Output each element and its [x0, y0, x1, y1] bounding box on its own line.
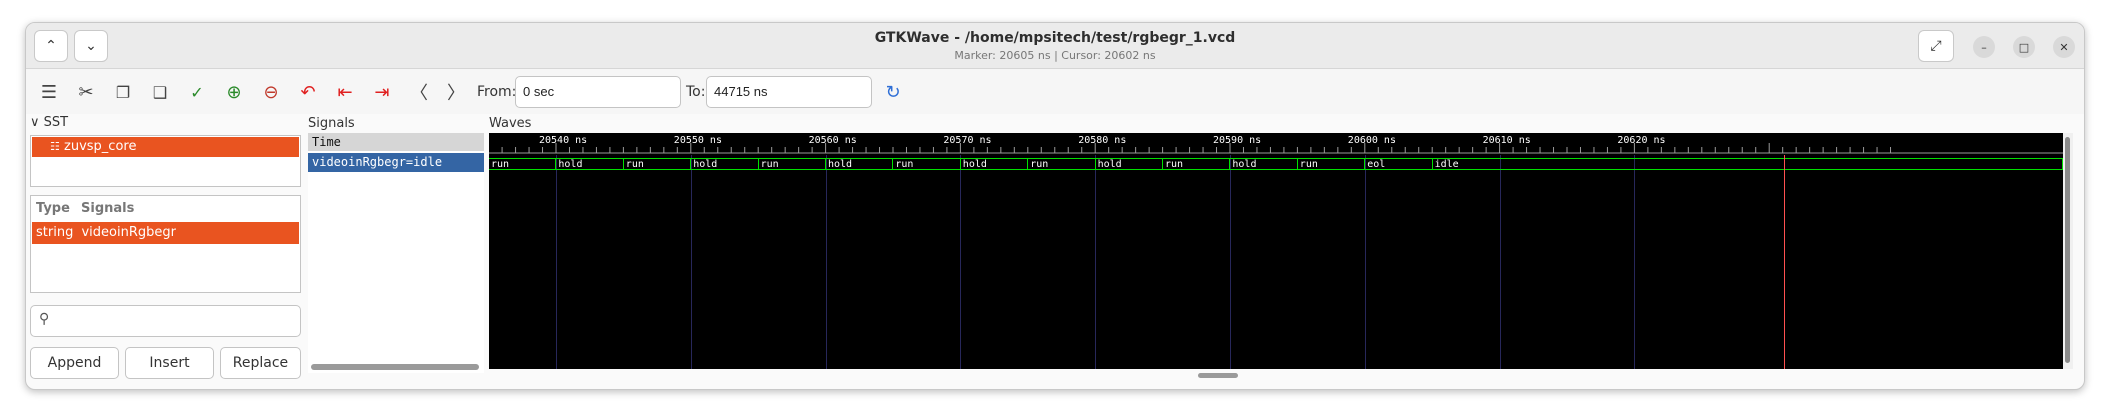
- grid-line: [1230, 155, 1231, 369]
- maximize-button[interactable]: □: [2013, 36, 2035, 58]
- trace-segment: run: [1163, 158, 1231, 170]
- append-button[interactable]: Append: [30, 347, 119, 379]
- trace-segment: run: [489, 158, 557, 170]
- grid-line: [960, 155, 962, 369]
- trace-segment: hold: [1095, 158, 1163, 170]
- trace-segment: hold: [691, 158, 759, 170]
- waves-hscroll-thumb[interactable]: [1198, 373, 1238, 378]
- zoom-to-start-icon[interactable]: ⇤: [332, 79, 358, 105]
- close-button[interactable]: ✕: [2053, 36, 2075, 58]
- chevron-down-icon: ∨: [30, 115, 40, 130]
- tree-item-zuvsp-core[interactable]: ☷ zuvsp_core: [32, 137, 299, 157]
- zoom-out-icon[interactable]: ⊖: [258, 79, 284, 105]
- grid-line: [825, 155, 827, 369]
- trace-segment: hold: [826, 158, 894, 170]
- hierarchy-icon: ☷: [50, 140, 60, 153]
- ruler-label: 20550 ns: [674, 135, 722, 146]
- minimize-button[interactable]: –: [1973, 36, 1995, 58]
- ruler-label: 20570 ns: [943, 135, 991, 146]
- copy-icon[interactable]: ❐: [110, 79, 136, 105]
- to-label: To:: [686, 84, 706, 100]
- grid-line: [1364, 155, 1366, 369]
- sst-tree: ☷ zuvsp_core: [30, 135, 301, 187]
- fullscreen-button[interactable]: ⤢: [1918, 30, 1954, 62]
- trace-segment: run: [893, 158, 961, 170]
- grid-line: [1499, 155, 1501, 369]
- sst-header[interactable]: ∨ SST: [30, 115, 68, 130]
- toolbar: ☰ ✂ ❐ ❑ ✓ ⊕ ⊖ ↶ ⇤ ⇥ 〈 〉 From: 0 sec To: …: [26, 69, 2084, 114]
- signals-pane: Time videoinRgbegr=idle: [308, 133, 484, 373]
- vscroll-thumb[interactable]: [2065, 137, 2070, 363]
- zoom-fit-icon[interactable]: ✓: [184, 79, 210, 105]
- ruler-label: 20580 ns: [1078, 135, 1126, 146]
- title-bar: ⌃ ⌄ GTKWave - /home/mpsitech/test/rgbegr…: [26, 23, 2084, 69]
- signal-search-input[interactable]: ⚲: [30, 305, 301, 337]
- trace-segment: run: [623, 158, 692, 170]
- trace-segment: hold: [960, 158, 1029, 170]
- column-signals[interactable]: Signals: [81, 201, 134, 216]
- trace-segment: hold: [1230, 158, 1298, 170]
- waves-vscroll[interactable]: [2063, 133, 2073, 369]
- from-label: From:: [477, 84, 517, 100]
- grid-line: [690, 155, 692, 369]
- signal-type: string: [36, 225, 74, 240]
- time-ruler: 20540 ns 20550 ns 20560 ns 20570 ns 20580 ns…: [489, 135, 2063, 154]
- reload-icon[interactable]: ↻: [880, 79, 906, 105]
- signal-row-videoinrgbegr[interactable]: string videoinRgbegr: [32, 222, 299, 244]
- search-icon: ⚲: [39, 311, 50, 327]
- waveform-area[interactable]: 20540 ns 20550 ns 20560 ns 20570 ns 20580 ns…: [489, 133, 2063, 369]
- zoom-to-end-icon[interactable]: ⇥: [369, 79, 395, 105]
- grid-line: [1634, 155, 1636, 369]
- cursor-line[interactable]: [1784, 155, 1785, 369]
- insert-button[interactable]: Insert: [125, 347, 214, 379]
- trace-segment: run: [1297, 158, 1366, 170]
- signal-row-videoinrgbegr[interactable]: videoinRgbegr=idle: [308, 153, 484, 172]
- maximize-icon: □: [2018, 40, 2030, 54]
- signals-list: Type Signals string videoinRgbegr: [30, 195, 301, 293]
- ruler-label: 20590 ns: [1213, 135, 1261, 146]
- grid-line: [556, 155, 557, 369]
- marker-cursor-status: Marker: 20605 ns | Cursor: 20602 ns: [954, 49, 1156, 62]
- signals-header: Signals: [308, 116, 355, 131]
- window-title: GTKWave - /home/mpsitech/test/rgbegr_1.v…: [874, 30, 1236, 46]
- trace-segment: run: [758, 158, 826, 170]
- ruler-label: 20620 ns: [1617, 135, 1665, 146]
- menu-icon[interactable]: ☰: [36, 79, 62, 105]
- trace-segment: hold: [556, 158, 624, 170]
- ruler-label: 20560 ns: [809, 135, 857, 146]
- signals-scrollbar[interactable]: [311, 364, 479, 370]
- to-time-input[interactable]: 44715 ns: [706, 76, 872, 108]
- next-edge-icon[interactable]: 〉: [443, 79, 469, 105]
- undo-zoom-icon[interactable]: ↶: [295, 79, 321, 105]
- paste-icon[interactable]: ❑: [147, 79, 173, 105]
- grid-line: [1095, 155, 1097, 369]
- minimize-icon: –: [1981, 40, 1987, 54]
- replace-button[interactable]: Replace: [220, 347, 301, 379]
- waves-header: Waves: [489, 116, 532, 131]
- signal-name: videoinRgbegr: [81, 225, 176, 240]
- gtkwave-window: ⌃ ⌄ GTKWave - /home/mpsitech/test/rgbegr…: [25, 22, 2085, 390]
- fullscreen-icon: ⤢: [1930, 38, 1942, 54]
- column-type[interactable]: Type: [36, 201, 70, 216]
- zoom-in-icon[interactable]: ⊕: [221, 79, 247, 105]
- from-time-input[interactable]: 0 sec: [515, 76, 681, 108]
- close-icon: ✕: [2059, 40, 2069, 54]
- ruler-label: 20610 ns: [1483, 135, 1531, 146]
- time-row: Time: [308, 133, 484, 151]
- previous-edge-icon[interactable]: 〈: [406, 79, 432, 105]
- trace-segment: eol: [1365, 158, 1433, 170]
- trace-segment: run: [1028, 158, 1096, 170]
- trace-segment: idle: [1432, 158, 2063, 170]
- ruler-label: 20600 ns: [1348, 135, 1396, 146]
- cut-icon[interactable]: ✂: [73, 79, 99, 105]
- ruler-label: 20540 ns: [539, 135, 587, 146]
